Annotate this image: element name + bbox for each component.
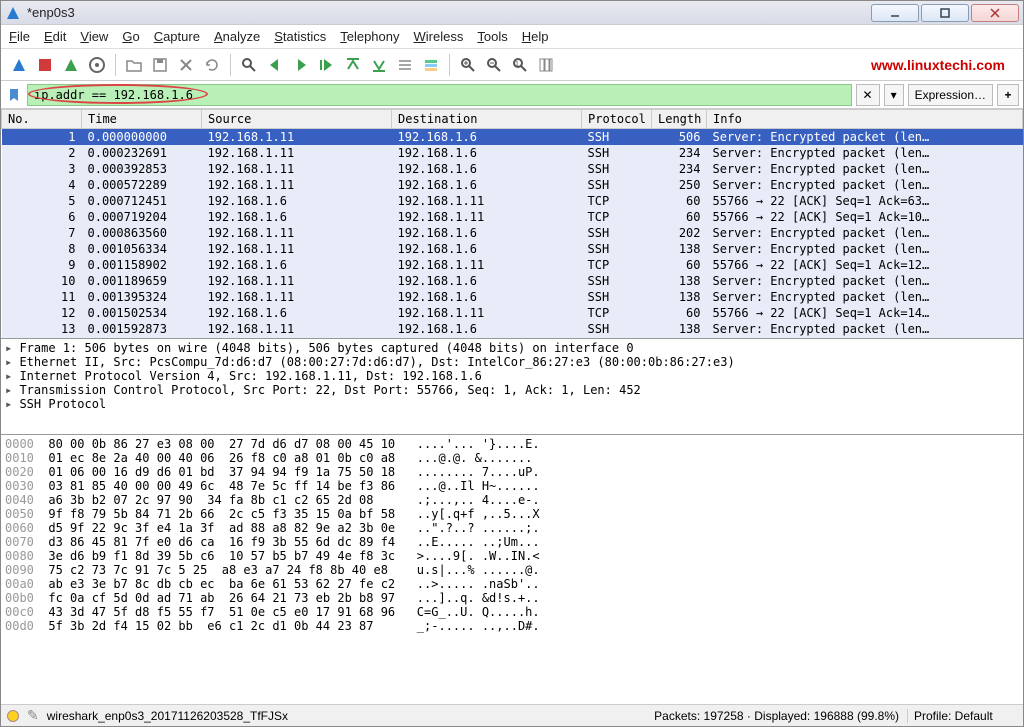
packet-row[interactable]: 110.001395324192.168.1.11192.168.1.6SSH1… xyxy=(2,289,1023,305)
detail-line[interactable]: Internet Protocol Version 4, Src: 192.16… xyxy=(5,369,1019,383)
add-filter-button[interactable]: + xyxy=(997,84,1019,106)
column-header[interactable]: Source xyxy=(202,110,392,129)
packet-details[interactable]: Frame 1: 506 bytes on wire (4048 bits), … xyxy=(1,339,1023,435)
go-back-icon[interactable] xyxy=(263,53,287,77)
detail-line[interactable]: Ethernet II, Src: PcsCompu_7d:d6:d7 (08:… xyxy=(5,355,1019,369)
expert-info-icon[interactable] xyxy=(7,710,19,722)
display-filter-input[interactable] xyxy=(27,84,852,106)
jump-to-packet-icon[interactable] xyxy=(315,53,339,77)
packet-row[interactable]: 30.000392853192.168.1.11192.168.1.6SSH23… xyxy=(2,161,1023,177)
titlebar: *enp0s3 xyxy=(1,1,1023,25)
app-window: *enp0s3 File Edit View Go Capture Analyze Stat… xyxy=(0,0,1024,727)
column-header[interactable]: Info xyxy=(707,110,1023,129)
close-file-icon[interactable] xyxy=(174,53,198,77)
status-profile[interactable]: Profile: Default xyxy=(907,709,1017,723)
packet-list[interactable]: No.TimeSourceDestinationProtocolLengthIn… xyxy=(1,109,1023,339)
column-header[interactable]: Destination xyxy=(392,110,582,129)
colorize-icon[interactable] xyxy=(419,53,443,77)
packet-row[interactable]: 50.000712451192.168.1.6192.168.1.11TCP60… xyxy=(2,193,1023,209)
menu-edit[interactable]: Edit xyxy=(44,29,66,44)
go-first-icon[interactable] xyxy=(341,53,365,77)
column-header[interactable]: Time xyxy=(82,110,202,129)
menu-wireless[interactable]: Wireless xyxy=(414,29,464,44)
menu-help[interactable]: Help xyxy=(522,29,549,44)
go-forward-icon[interactable] xyxy=(289,53,313,77)
column-header[interactable]: Length xyxy=(652,110,707,129)
packet-row[interactable]: 90.001158902192.168.1.6192.168.1.11TCP60… xyxy=(2,257,1023,273)
start-capture-icon[interactable] xyxy=(7,53,31,77)
autoscroll-icon[interactable] xyxy=(393,53,417,77)
filterbar: ✕ ▾ Expression… + xyxy=(1,81,1023,109)
restart-capture-icon[interactable] xyxy=(59,53,83,77)
column-header[interactable]: No. xyxy=(2,110,82,129)
packet-row[interactable]: 40.000572289192.168.1.11192.168.1.6SSH25… xyxy=(2,177,1023,193)
open-file-icon[interactable] xyxy=(122,53,146,77)
menubar: File Edit View Go Capture Analyze Statistics Te… xyxy=(1,25,1023,49)
apply-filter-dropdown[interactable]: ▾ xyxy=(884,84,904,106)
statusbar: ✎ wireshark_enp0s3_20171126203528_TfFJSx… xyxy=(1,704,1023,726)
menu-view[interactable]: View xyxy=(80,29,108,44)
hex-view[interactable]: 0000 80 00 0b 86 27 e3 08 00 27 7d d6 d7… xyxy=(1,435,1023,704)
status-packets: Packets: 197258 · Displayed: 196888 (99.… xyxy=(654,709,899,723)
menu-capture[interactable]: Capture xyxy=(154,29,200,44)
packet-row[interactable]: 80.001056334192.168.1.11192.168.1.6SSH13… xyxy=(2,241,1023,257)
clear-filter-button[interactable]: ✕ xyxy=(856,84,880,106)
bookmark-icon[interactable] xyxy=(5,86,23,104)
menu-analyze[interactable]: Analyze xyxy=(214,29,260,44)
zoom-reset-icon[interactable]: 1 xyxy=(508,53,532,77)
svg-text:1: 1 xyxy=(515,61,519,68)
menu-telephony[interactable]: Telephony xyxy=(340,29,399,44)
edit-capture-comment-icon[interactable]: ✎ xyxy=(27,707,39,724)
detail-line[interactable]: Transmission Control Protocol, Src Port:… xyxy=(5,383,1019,397)
packet-row[interactable]: 20.000232691192.168.1.11192.168.1.6SSH23… xyxy=(2,145,1023,161)
resize-columns-icon[interactable] xyxy=(534,53,558,77)
save-file-icon[interactable] xyxy=(148,53,172,77)
menu-go[interactable]: Go xyxy=(122,29,139,44)
external-link[interactable]: www.linuxtechi.com xyxy=(871,57,1017,73)
column-header[interactable]: Protocol xyxy=(582,110,652,129)
packet-row[interactable]: 100.001189659192.168.1.11192.168.1.6SSH1… xyxy=(2,273,1023,289)
minimize-button[interactable] xyxy=(871,4,919,22)
packet-row[interactable]: 120.001502534192.168.1.6192.168.1.11TCP6… xyxy=(2,305,1023,321)
expression-button[interactable]: Expression… xyxy=(908,84,993,106)
detail-line[interactable]: Frame 1: 506 bytes on wire (4048 bits), … xyxy=(5,341,1019,355)
capture-options-icon[interactable] xyxy=(85,53,109,77)
packet-row[interactable]: 70.000863560192.168.1.11192.168.1.6SSH20… xyxy=(2,225,1023,241)
menu-statistics[interactable]: Statistics xyxy=(274,29,326,44)
toolbar: 1 www.linuxtechi.com xyxy=(1,49,1023,81)
go-last-icon[interactable] xyxy=(367,53,391,77)
close-button[interactable] xyxy=(971,4,1019,22)
find-packet-icon[interactable] xyxy=(237,53,261,77)
menu-tools[interactable]: Tools xyxy=(477,29,507,44)
maximize-button[interactable] xyxy=(921,4,969,22)
reload-file-icon[interactable] xyxy=(200,53,224,77)
packet-row[interactable]: 60.000719204192.168.1.6192.168.1.11TCP60… xyxy=(2,209,1023,225)
app-icon xyxy=(5,5,21,21)
stop-capture-icon[interactable] xyxy=(33,53,57,77)
zoom-in-icon[interactable] xyxy=(456,53,480,77)
zoom-out-icon[interactable] xyxy=(482,53,506,77)
packet-row[interactable]: 10.000000000192.168.1.11192.168.1.6SSH50… xyxy=(2,129,1023,146)
window-title: *enp0s3 xyxy=(27,5,871,20)
packet-row[interactable]: 130.001592873192.168.1.11192.168.1.6SSH1… xyxy=(2,321,1023,337)
status-file: wireshark_enp0s3_20171126203528_TfFJSx xyxy=(47,709,646,723)
detail-line[interactable]: SSH Protocol xyxy=(5,397,1019,411)
menu-file[interactable]: File xyxy=(9,29,30,44)
